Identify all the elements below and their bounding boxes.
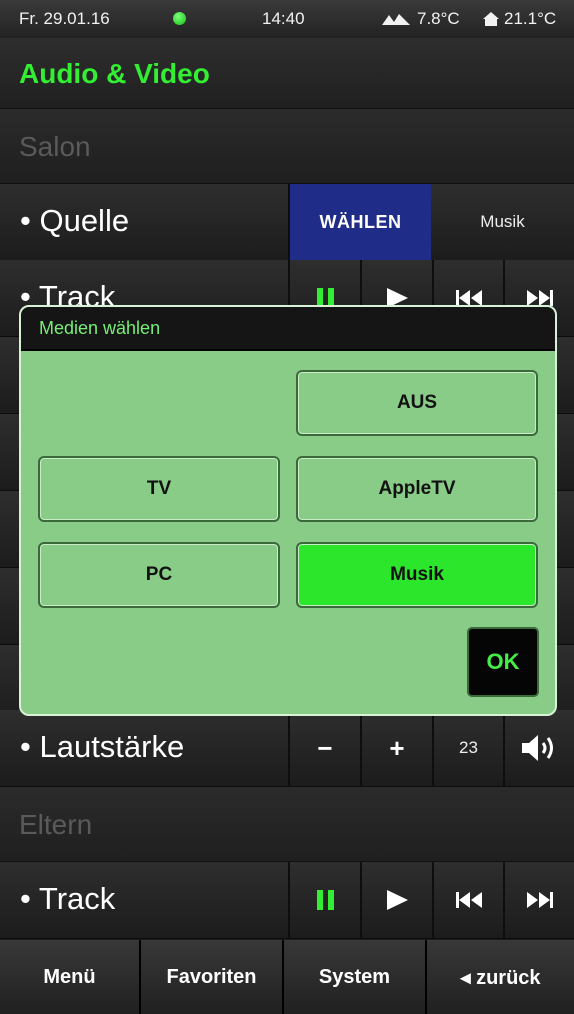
status-dot-icon: [173, 12, 186, 25]
weather-icon: [380, 11, 412, 32]
volume-down-button[interactable]: −: [288, 710, 360, 786]
speaker-icon: [521, 735, 553, 761]
option-tv[interactable]: TV: [38, 456, 280, 522]
section-eltern: Eltern: [0, 787, 574, 862]
row-quelle: • Quelle WÄHLEN Musik: [0, 184, 574, 261]
row-label: • Lautstärke: [20, 729, 185, 764]
status-date: Fr. 29.01.16: [19, 9, 110, 28]
skip-forward-button[interactable]: [503, 862, 574, 938]
volume-up-button[interactable]: +: [360, 710, 432, 786]
status-time: 14:40: [262, 9, 305, 28]
ok-button[interactable]: OK: [467, 627, 539, 697]
skip-back-icon: [455, 892, 482, 908]
option-pc[interactable]: PC: [38, 542, 280, 608]
row-label: • Track: [20, 881, 116, 916]
page-title: Audio & Video: [19, 58, 210, 89]
dialog-title: Medien wählen: [39, 318, 161, 338]
option-aus[interactable]: AUS: [296, 370, 538, 436]
option-musik[interactable]: Musik: [296, 542, 538, 608]
row-label: • Quelle: [20, 203, 130, 238]
play-button[interactable]: [360, 862, 432, 938]
tab-back[interactable]: ◂ zurück: [427, 940, 574, 1014]
pause-icon: [316, 890, 334, 910]
select-source-button[interactable]: WÄHLEN: [288, 184, 431, 260]
status-bar: Fr. 29.01.16 14:40 7.8°C 21.1°C: [0, 0, 574, 39]
tab-favorites[interactable]: Favoriten: [141, 940, 284, 1014]
outdoor-temp: 7.8°C: [417, 9, 460, 28]
skip-forward-icon: [526, 892, 553, 908]
tab-menu[interactable]: Menü: [0, 940, 141, 1014]
media-select-dialog: Medien wählen AUS TV AppleTV PC Musik OK: [19, 305, 557, 716]
mute-button[interactable]: [503, 710, 574, 786]
play-icon: [387, 890, 408, 910]
dialog-header: Medien wählen: [21, 307, 555, 351]
section-salon: Salon: [0, 109, 574, 184]
page-header: Audio & Video: [0, 38, 574, 109]
row-track-bottom: • Track: [0, 862, 574, 939]
skip-back-button[interactable]: [432, 862, 503, 938]
indoor-temp: 21.1°C: [504, 9, 557, 28]
bottom-tab-bar: Menü Favoriten System ◂ zurück: [0, 940, 574, 1014]
section-label: Eltern: [19, 809, 93, 840]
row-lautstaerke: • Lautstärke − + 23: [0, 710, 574, 787]
option-appletv[interactable]: AppleTV: [296, 456, 538, 522]
section-label: Salon: [19, 131, 91, 162]
pause-button[interactable]: [288, 862, 360, 938]
tab-system[interactable]: System: [284, 940, 427, 1014]
home-icon: [482, 11, 500, 32]
source-value: Musik: [480, 212, 525, 231]
volume-value: 23: [432, 710, 503, 786]
